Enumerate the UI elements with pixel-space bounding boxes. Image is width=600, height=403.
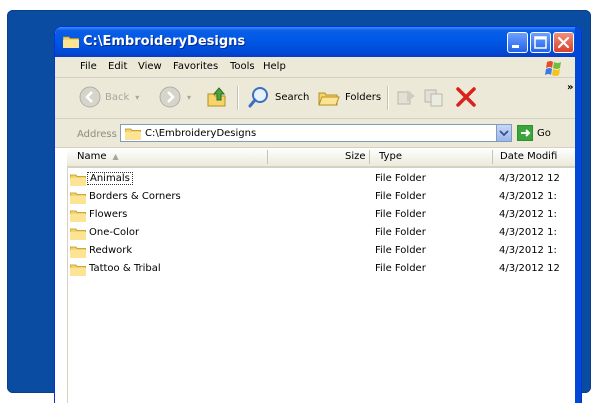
- up-folder-button[interactable]: [205, 84, 229, 110]
- address-dropdown-button[interactable]: [496, 124, 512, 142]
- folders-button[interactable]: Folders: [317, 84, 381, 110]
- menu-help[interactable]: Help: [263, 61, 286, 72]
- sort-ascending-icon: ▲: [112, 152, 119, 161]
- menu-bar: File Edit View Favorites Tools Help: [55, 57, 581, 78]
- file-date: 4/3/2012 12: [499, 173, 560, 184]
- folder-icon: [70, 210, 86, 222]
- toolbar-more-chevron-icon[interactable]: »: [567, 82, 573, 93]
- file-type: File Folder: [375, 209, 426, 220]
- folder-icon: [63, 36, 79, 48]
- go-arrow-icon: [517, 125, 533, 141]
- go-label: Go: [537, 127, 551, 139]
- address-bar: Address C:\EmbroideryDesigns Go: [55, 119, 581, 148]
- column-header-size[interactable]: Size: [345, 151, 366, 162]
- maximize-icon: [534, 36, 547, 49]
- menu-edit[interactable]: Edit: [108, 61, 127, 72]
- column-header-type[interactable]: Type: [379, 151, 402, 162]
- back-dropdown-icon[interactable]: ▾: [135, 93, 139, 102]
- window-right-border: [575, 27, 581, 403]
- back-arrow-icon: [79, 86, 101, 108]
- table-row[interactable]: Redwork File Folder 4/3/2012 1:: [67, 242, 581, 260]
- toolbar-separator: [237, 86, 239, 110]
- address-input[interactable]: C:\EmbroideryDesigns: [120, 124, 512, 142]
- folder-icon: [70, 264, 86, 276]
- column-divider[interactable]: [267, 150, 268, 164]
- close-icon: [557, 36, 570, 49]
- menu-file[interactable]: File: [80, 61, 97, 72]
- column-header-name[interactable]: Name ▲: [77, 151, 119, 162]
- column-divider[interactable]: [369, 150, 370, 164]
- toolbar: Back ▾ ▾ Search Folders »: [55, 78, 581, 119]
- menu-tools[interactable]: Tools: [230, 61, 255, 72]
- window-title: C:\EmbroideryDesigns: [83, 34, 246, 49]
- windows-logo-icon: [545, 61, 561, 76]
- column-divider[interactable]: [492, 150, 493, 164]
- back-button[interactable]: Back ▾: [79, 84, 139, 110]
- file-name: Flowers: [89, 209, 128, 220]
- address-label: Address: [77, 129, 117, 140]
- folder-icon: [70, 174, 86, 186]
- file-date: 4/3/2012 1:: [499, 227, 557, 238]
- file-name: One-Color: [89, 227, 140, 238]
- file-type: File Folder: [375, 191, 426, 202]
- table-row[interactable]: Flowers File Folder 4/3/2012 1:: [67, 206, 581, 224]
- back-label: Back: [105, 91, 130, 103]
- menu-favorites[interactable]: Favorites: [173, 61, 218, 72]
- file-name: Borders & Corners: [89, 191, 181, 202]
- table-row[interactable]: One-Color File Folder 4/3/2012 1:: [67, 224, 581, 242]
- folders-icon: [318, 92, 340, 106]
- file-type: File Folder: [375, 173, 426, 184]
- title-bar[interactable]: C:\EmbroideryDesigns: [55, 27, 581, 57]
- up-folder-icon: [207, 87, 226, 107]
- file-name: Tattoo & Tribal: [89, 263, 161, 274]
- copy-to-icon: [424, 89, 443, 107]
- table-row[interactable]: Borders & Corners File Folder 4/3/2012 1…: [67, 188, 581, 206]
- folder-icon: [70, 228, 86, 240]
- maximize-button[interactable]: [530, 32, 551, 53]
- delete-x-icon: [456, 87, 476, 107]
- file-date: 4/3/2012 12: [499, 263, 560, 274]
- file-list-view: Name ▲ Size Type Date Modifi Animals File…: [55, 148, 581, 403]
- forward-button[interactable]: ▾: [159, 84, 191, 110]
- folders-label: Folders: [345, 91, 382, 103]
- forward-dropdown-icon[interactable]: ▾: [187, 93, 191, 102]
- search-button[interactable]: Search: [247, 84, 309, 110]
- folder-icon: [125, 128, 141, 140]
- file-type: File Folder: [375, 227, 426, 238]
- file-type: File Folder: [375, 263, 426, 274]
- address-value: C:\EmbroideryDesigns: [145, 128, 257, 139]
- copy-to-button[interactable]: [423, 84, 445, 110]
- search-label: Search: [275, 91, 310, 103]
- forward-arrow-icon: [159, 86, 181, 108]
- file-type: File Folder: [375, 245, 426, 256]
- search-icon: [248, 87, 268, 108]
- explorer-window: C:\EmbroideryDesigns File Edit View Favo…: [55, 27, 581, 403]
- close-button[interactable]: [553, 32, 574, 53]
- file-date: 4/3/2012 1:: [499, 209, 557, 220]
- column-headers: Name ▲ Size Type Date Modifi: [67, 148, 581, 168]
- go-button[interactable]: Go: [517, 125, 551, 141]
- file-name: Redwork: [89, 245, 133, 256]
- table-row[interactable]: Tattoo & Tribal File Folder 4/3/2012 12: [67, 260, 581, 278]
- chevron-down-icon: [499, 130, 509, 137]
- move-to-icon: [397, 90, 415, 105]
- minimize-button[interactable]: [507, 32, 528, 53]
- folder-icon: [70, 246, 86, 258]
- toolbar-separator: [387, 86, 389, 110]
- delete-button[interactable]: [453, 84, 479, 110]
- column-header-date[interactable]: Date Modifi: [500, 151, 557, 162]
- file-name: Animals: [87, 172, 133, 185]
- minimize-icon: [512, 45, 519, 48]
- table-row[interactable]: Animals File Folder 4/3/2012 12: [67, 170, 581, 188]
- column-header-name-label: Name: [77, 151, 107, 162]
- move-to-button[interactable]: [395, 84, 417, 110]
- menu-view[interactable]: View: [138, 61, 162, 72]
- file-date: 4/3/2012 1:: [499, 245, 557, 256]
- folder-icon: [70, 192, 86, 204]
- file-date: 4/3/2012 1:: [499, 191, 557, 202]
